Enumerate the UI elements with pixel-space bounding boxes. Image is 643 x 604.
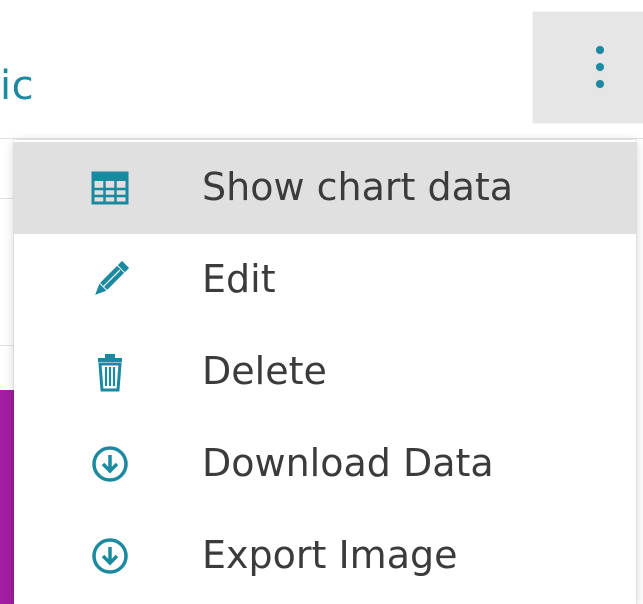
menu-item-label: Show chart data <box>202 165 514 210</box>
download-circle-icon <box>92 538 128 574</box>
download-circle-icon <box>92 446 128 482</box>
pencil-icon <box>95 260 130 295</box>
menu-item-label: Edit <box>202 257 276 302</box>
table-icon <box>91 171 129 205</box>
divider <box>0 198 14 199</box>
trash-icon <box>98 354 122 392</box>
menu-item-export-image[interactable]: Export Image <box>14 510 636 602</box>
menu-item-label: Export Image <box>202 533 458 578</box>
chart-bar-fragment <box>0 390 14 604</box>
menu-item-label: Download Data <box>202 441 494 486</box>
menu-item-label: Delete <box>202 349 327 394</box>
menu-item-download-data[interactable]: Download Data <box>14 418 636 510</box>
divider <box>0 138 643 139</box>
kebab-dot-icon <box>596 80 604 88</box>
page-title-fragment: ic <box>0 63 35 109</box>
menu-item-delete[interactable]: Delete <box>14 326 636 418</box>
kebab-vertical-icon <box>596 46 604 54</box>
menu-item-edit[interactable]: Edit <box>14 234 636 326</box>
divider <box>0 345 14 346</box>
chart-options-menu: Show chart data Edit Delete Download Dat… <box>14 140 636 604</box>
more-options-button[interactable] <box>533 12 643 123</box>
kebab-dot-icon <box>596 63 604 71</box>
menu-item-show-chart-data[interactable]: Show chart data <box>14 142 636 234</box>
